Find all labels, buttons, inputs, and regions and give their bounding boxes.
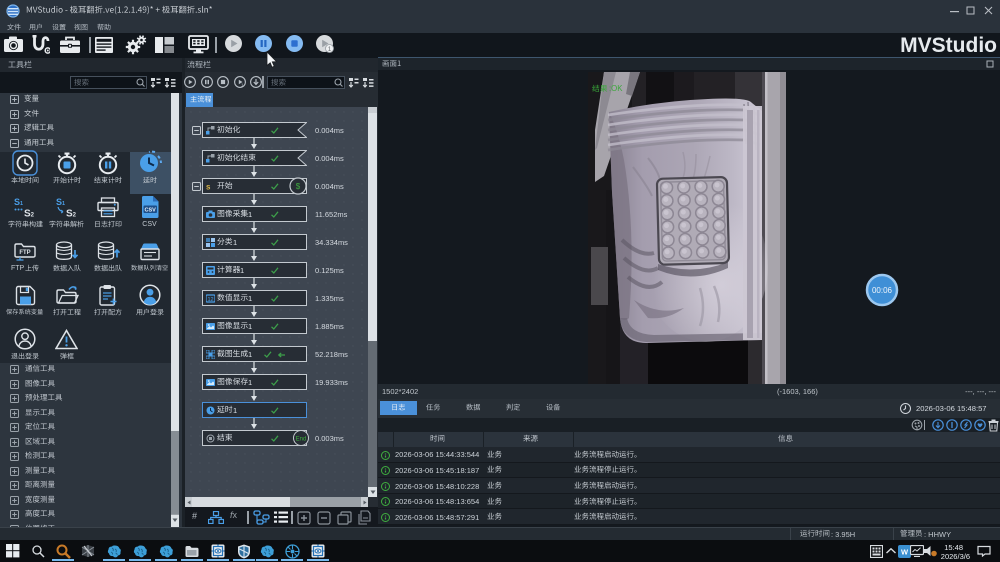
svg-text:S1: S1 bbox=[14, 197, 23, 207]
svg-text:12: 12 bbox=[208, 297, 214, 303]
svg-text:End: End bbox=[296, 437, 307, 443]
svg-text:1: 1 bbox=[328, 46, 332, 53]
svg-text:CSV: CSV bbox=[144, 207, 156, 213]
svg-text:FTP: FTP bbox=[19, 250, 30, 256]
svg-text:S1: S1 bbox=[56, 197, 65, 207]
svg-text:S2: S2 bbox=[66, 208, 77, 218]
svg-text:00:06: 00:06 bbox=[872, 286, 893, 295]
svg-text:$: $ bbox=[296, 182, 301, 191]
svg-text:s: s bbox=[206, 183, 211, 192]
svg-text:S2: S2 bbox=[24, 208, 35, 218]
svg-text:W: W bbox=[900, 547, 908, 556]
